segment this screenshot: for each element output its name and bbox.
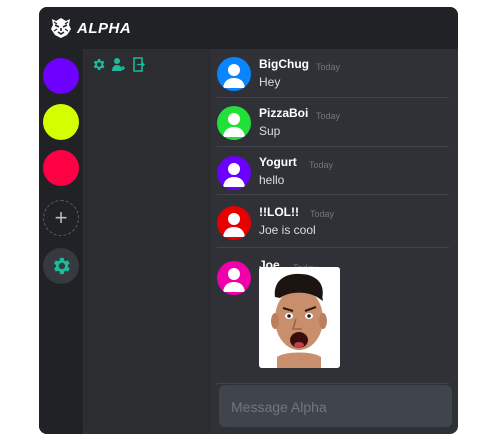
server-lime[interactable] [43,104,79,140]
tiger-head-icon [51,18,71,38]
add-server-button[interactable]: + [43,200,79,236]
message-composer [219,385,452,427]
gear-icon[interactable] [91,57,106,77]
settings-button[interactable] [43,248,79,284]
message-list: BigChug Today Hey PizzaBoi Today Sup Yog… [213,49,458,384]
title-bar: ALPHA [39,7,458,49]
add-user-icon[interactable] [111,57,127,77]
leave-door-icon[interactable] [133,57,145,77]
app-title: ALPHA [77,20,132,37]
app-window: ALPHA + BigChug Today Hey PizzaBoi Today… [39,7,458,434]
plus-icon: + [54,205,68,230]
server-red[interactable] [43,150,79,186]
user-icon [223,268,245,292]
server-purple[interactable] [43,58,79,94]
avatar[interactable] [217,261,251,295]
channel-panel [84,49,211,434]
message-item: Joe Today [213,49,453,379]
surprised-face-image[interactable] [259,267,340,368]
server-rail: + [39,49,83,434]
message-input[interactable] [229,395,443,419]
gear-icon [54,257,70,275]
message-divider [217,383,449,384]
